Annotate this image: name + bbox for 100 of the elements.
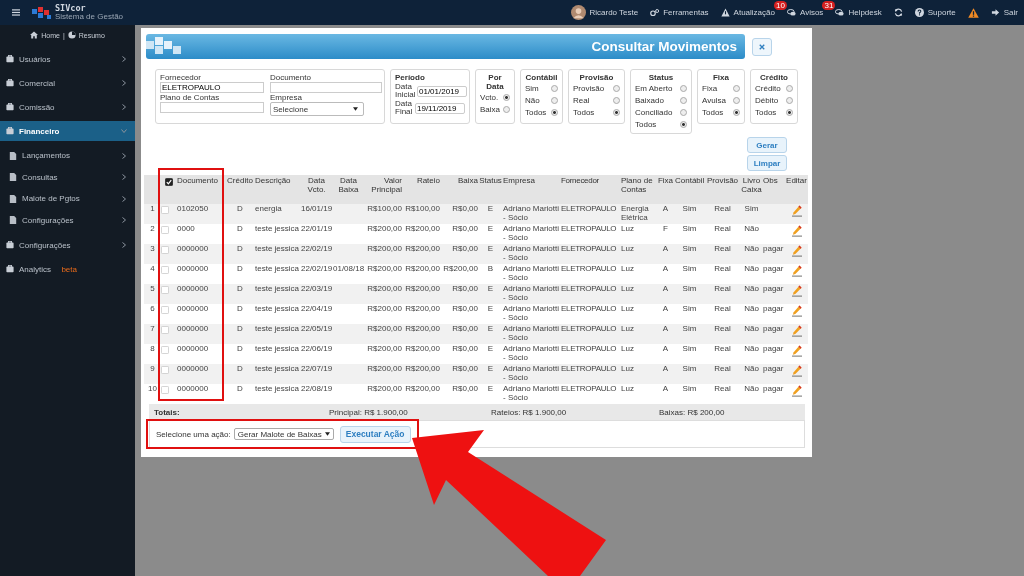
nav-link[interactable]: Helpdesk: [848, 8, 882, 17]
radio-button[interactable]: [613, 84, 620, 92]
support-link[interactable]: Suporte: [927, 8, 956, 17]
action-dropdown[interactable]: Gerar Malote de Baixas: [233, 428, 334, 440]
radio-button[interactable]: [786, 108, 793, 116]
pencil-icon[interactable]: [791, 345, 802, 357]
table-cell: 22/02/19: [301, 264, 332, 273]
execute-button[interactable]: Executar Ação: [339, 425, 411, 443]
sidebar-label: Comercial: [19, 78, 56, 88]
beta-tag: beta: [61, 264, 77, 274]
radio-button[interactable]: [786, 96, 793, 104]
select-all-checkbox[interactable]: [164, 178, 173, 186]
account-plan-field[interactable]: [160, 102, 264, 113]
submenu-item[interactable]: Lançamentos: [0, 145, 135, 167]
pencil-icon[interactable]: [791, 225, 802, 237]
pencil-icon[interactable]: [791, 325, 802, 337]
submenu-item[interactable]: Consultas: [0, 166, 135, 188]
submenu-item[interactable]: Malote de Pgtos: [0, 188, 135, 210]
radio-button[interactable]: [551, 96, 558, 104]
action-button[interactable]: Limpar: [747, 155, 787, 171]
row-checkbox[interactable]: [161, 266, 169, 274]
total-principal: Principal: R$ 1.900,00: [329, 407, 409, 417]
table-cell: R$0,00: [452, 364, 478, 373]
row-checkbox[interactable]: [161, 386, 169, 394]
row-checkbox[interactable]: [161, 306, 169, 314]
nav-link[interactable]: Avisos: [799, 8, 824, 17]
sidebar-item[interactable]: Analytics beta: [0, 259, 135, 279]
pencil-icon[interactable]: [791, 205, 802, 217]
table-cell: R$200,00: [367, 344, 402, 353]
menu-icon[interactable]: [12, 9, 20, 16]
radio-button[interactable]: [551, 108, 558, 116]
column-header: Provisão: [706, 176, 739, 185]
pencil-icon[interactable]: [791, 365, 802, 377]
table-cell: Sim: [682, 224, 697, 233]
column-header: Fornecedor: [561, 176, 599, 185]
pencil-icon[interactable]: [791, 245, 802, 257]
radio-button[interactable]: [680, 108, 687, 116]
date-field[interactable]: 19/11/2019: [415, 102, 465, 114]
menu-item-icon: [6, 127, 14, 135]
notification-badge: 10: [774, 1, 787, 10]
nav-link[interactable]: Ferramentas: [663, 8, 709, 17]
radio-button[interactable]: [733, 96, 740, 104]
column-header: Plano de Contas: [621, 176, 653, 194]
radio-button[interactable]: [680, 120, 687, 128]
table-cell: R$0,00: [452, 244, 478, 253]
radio-button[interactable]: [680, 96, 687, 104]
nav-link[interactable]: Atualização: [733, 8, 775, 17]
submenu-item[interactable]: Configurações: [0, 209, 135, 231]
row-checkbox[interactable]: [161, 206, 169, 214]
radio-button[interactable]: [733, 84, 740, 92]
refresh-icon[interactable]: [893, 8, 903, 17]
pencil-icon[interactable]: [791, 285, 802, 297]
radio-button[interactable]: [680, 84, 687, 92]
sidebar-item[interactable]: Comercial: [0, 73, 135, 93]
table-cell: pagar: [763, 304, 784, 313]
field-label: Documento: [270, 73, 312, 82]
row-checkbox[interactable]: [161, 286, 169, 294]
radio-button[interactable]: [733, 108, 740, 116]
table-cell: R$200,00: [405, 284, 440, 293]
row-checkbox[interactable]: [161, 246, 169, 254]
table-cell: ELETROPAULO: [561, 344, 617, 353]
document-icon: [9, 151, 17, 160]
sidebar-item[interactable]: Comissão: [0, 97, 135, 117]
sidebar-item[interactable]: Configurações: [0, 235, 135, 255]
date-field[interactable]: 01/01/2019: [417, 85, 467, 97]
user-menu[interactable]: Ricardo Teste: [589, 8, 639, 17]
caret-icon: [353, 107, 358, 111]
logout-link[interactable]: Sair: [1003, 8, 1018, 17]
action-button[interactable]: Gerar: [747, 137, 787, 153]
radio-button[interactable]: [503, 93, 510, 101]
pencil-icon[interactable]: [791, 265, 802, 277]
table-cell: Real: [714, 304, 731, 313]
radio-button[interactable]: [551, 84, 558, 92]
pencil-icon[interactable]: [791, 385, 802, 397]
submenu-label: Malote de Pgtos: [22, 194, 81, 204]
radio-button[interactable]: [613, 96, 620, 104]
row-checkbox[interactable]: [161, 366, 169, 374]
radio-button[interactable]: [613, 108, 620, 116]
table-cell: R$200,00: [367, 304, 402, 313]
table-cell: 22/06/19: [301, 344, 332, 353]
table-cell: R$200,00: [405, 344, 440, 353]
row-checkbox[interactable]: [161, 226, 169, 234]
alert-icon[interactable]: [967, 7, 979, 18]
row-checkbox[interactable]: [161, 326, 169, 334]
radio-button[interactable]: [503, 105, 510, 113]
document-field[interactable]: [270, 82, 382, 93]
row-number: 5: [150, 284, 155, 293]
sidebar-label: Configurações: [19, 240, 72, 250]
table-cell: Adriano Mariotti - Sócio: [503, 204, 560, 222]
row-checkbox[interactable]: [161, 346, 169, 354]
close-button[interactable]: [752, 37, 772, 56]
pencil-icon[interactable]: [791, 305, 802, 317]
table-cell: D: [237, 224, 243, 233]
table-cell: ELETROPAULO: [561, 204, 617, 213]
company-dropdown[interactable]: Selecione: [270, 102, 364, 116]
radio-button[interactable]: [786, 84, 793, 92]
table-cell: 22/08/19: [301, 384, 332, 393]
sidebar-item[interactable]: Usuários: [0, 49, 135, 69]
sidebar-item[interactable]: Financeiro: [0, 121, 135, 141]
supplier-field[interactable]: ELETROPAULO: [160, 82, 264, 93]
